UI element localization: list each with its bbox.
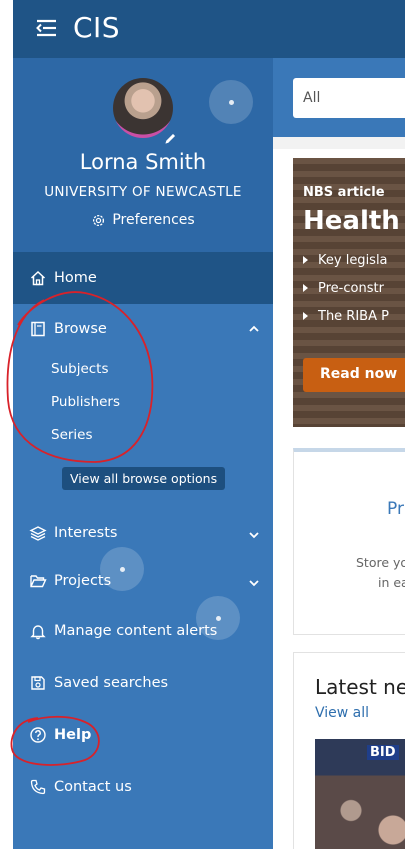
nav-item-browse[interactable]: Browse bbox=[13, 309, 273, 349]
nav-item-home[interactable]: Home bbox=[13, 252, 273, 304]
search-band: All bbox=[273, 58, 405, 137]
read-now-label: Read now bbox=[320, 366, 398, 382]
nav-label-saved-searches: Saved searches bbox=[54, 675, 169, 691]
search-scope-value: All bbox=[303, 90, 321, 106]
avatar[interactable] bbox=[113, 78, 173, 138]
promo-card: Pr Store yo in ea bbox=[293, 448, 405, 635]
nav-label-interests: Interests bbox=[54, 525, 118, 541]
news-image[interactable]: BID bbox=[315, 739, 405, 849]
news-title: Latest ne bbox=[315, 675, 405, 699]
nav-item-help[interactable]: Help bbox=[13, 715, 273, 755]
browse-publishers-link[interactable]: Publishers bbox=[51, 394, 120, 410]
pencil-icon[interactable] bbox=[163, 132, 177, 146]
user-name: Lorna Smith bbox=[79, 150, 207, 174]
main-content: All NBS article Health Key legisla Pre-c… bbox=[273, 58, 405, 849]
promo-text: in ea bbox=[378, 575, 405, 590]
view-all-browse-button[interactable]: View all browse options bbox=[62, 467, 226, 490]
left-margin bbox=[0, 0, 13, 849]
article-bullet: The RIBA P bbox=[303, 309, 389, 324]
promo-text: Store yo bbox=[356, 555, 405, 570]
app-title: CIS bbox=[73, 11, 121, 44]
article-bullet: Key legisla bbox=[303, 253, 388, 268]
save-icon bbox=[31, 676, 45, 690]
nav-item-interests[interactable]: Interests bbox=[13, 513, 273, 553]
nav-label-browse: Browse bbox=[54, 321, 107, 337]
nav-item-alerts[interactable]: Manage content alerts bbox=[13, 611, 273, 651]
content-divider bbox=[273, 137, 405, 149]
bell-icon bbox=[30, 625, 46, 640]
help-circle-icon bbox=[30, 727, 46, 743]
book-icon bbox=[31, 321, 45, 337]
nav-label-home: Home bbox=[54, 270, 97, 286]
news-view-all-link[interactable]: View all bbox=[315, 705, 369, 721]
news-image-text: BID bbox=[367, 745, 399, 760]
nav-item-saved-searches[interactable]: Saved searches bbox=[13, 663, 273, 703]
layers-icon bbox=[29, 526, 47, 541]
touch-indicator bbox=[100, 547, 144, 591]
user-organization: UNIVERSITY OF NEWCASTLE bbox=[44, 184, 242, 200]
nav-item-contact[interactable]: Contact us bbox=[13, 767, 273, 807]
nav-label-contact: Contact us bbox=[54, 779, 132, 795]
nav-label-alerts: Manage content alerts bbox=[54, 623, 218, 639]
chevron-down-icon[interactable] bbox=[247, 528, 261, 542]
chevron-up-icon[interactable] bbox=[247, 322, 261, 336]
promo-title[interactable]: Pr bbox=[387, 499, 404, 519]
menu-collapse-icon[interactable] bbox=[33, 16, 59, 42]
touch-indicator bbox=[209, 80, 253, 124]
preferences-link[interactable]: Preferences bbox=[13, 212, 273, 228]
sidebar: Lorna Smith UNIVERSITY OF NEWCASTLE Pref… bbox=[13, 58, 273, 849]
browse-series-link[interactable]: Series bbox=[51, 427, 93, 443]
search-scope-select[interactable]: All bbox=[293, 78, 405, 118]
article-bullet: Pre-constr bbox=[303, 281, 384, 296]
phone-icon bbox=[30, 779, 46, 795]
chevron-down-icon[interactable] bbox=[247, 576, 261, 590]
folder-open-icon bbox=[30, 575, 47, 588]
read-now-button[interactable]: Read now bbox=[303, 358, 405, 392]
browse-subjects-link[interactable]: Subjects bbox=[51, 361, 109, 377]
article-kicker: NBS article bbox=[303, 185, 385, 200]
home-icon bbox=[30, 270, 46, 286]
preferences-label: Preferences bbox=[112, 212, 195, 228]
article-title: Health bbox=[303, 206, 400, 236]
latest-news-card: Latest ne View all BID bbox=[293, 652, 405, 849]
featured-article-card[interactable]: NBS article Health Key legisla Pre-const… bbox=[293, 158, 405, 427]
top-bar: CIS bbox=[13, 0, 405, 58]
nav-label-help: Help bbox=[54, 727, 92, 743]
gear-icon bbox=[93, 214, 105, 226]
